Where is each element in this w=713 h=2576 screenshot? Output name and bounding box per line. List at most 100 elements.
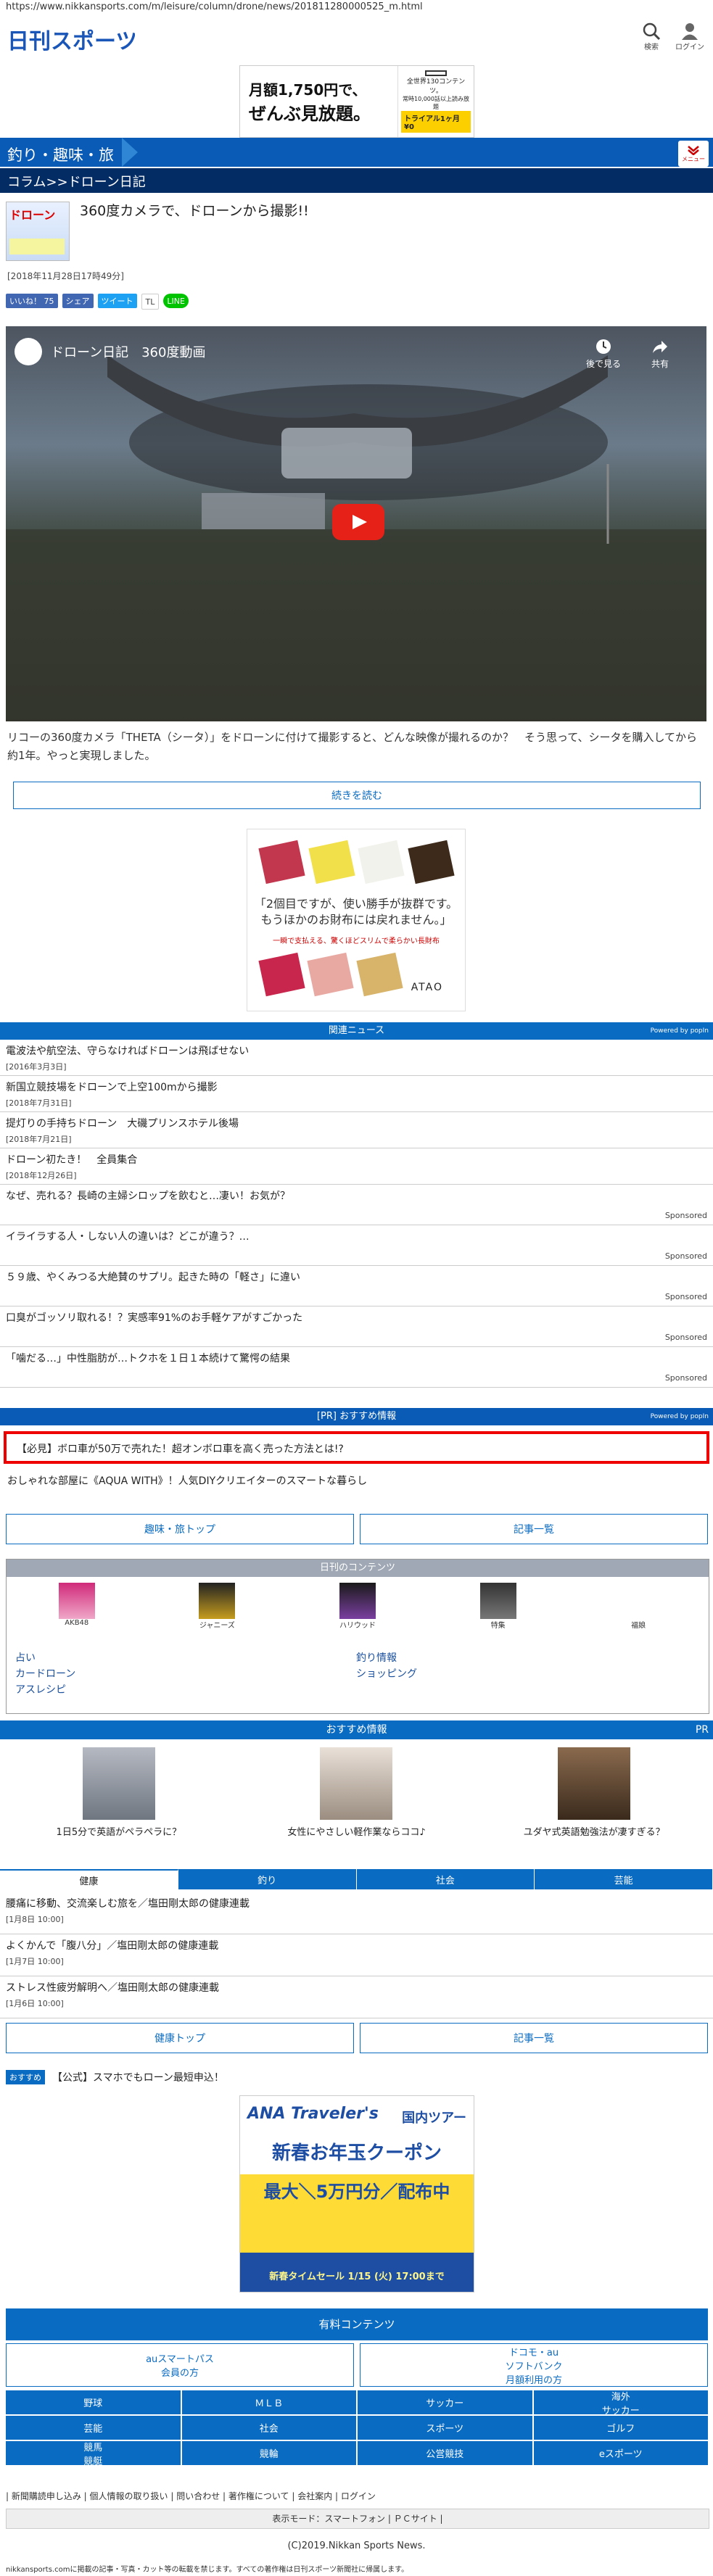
au-smartpass-button[interactable]: auスマートパス 会員の方 [6,2343,354,2387]
ana-ad[interactable]: ANA Traveler's 国内ツアー 新春お年玉クーポン 最大＼5万円分／配… [239,2095,474,2293]
tweet-button[interactable]: ツイート [97,294,137,308]
content-akb[interactable]: AKB48 [26,1583,128,1630]
sponsored-item[interactable]: ５９歳、やくみつる大絶賛のサプリ。起きた時の「軽さ」に違い Sponsored [0,1266,713,1306]
footer-links[interactable]: | 新聞購読申し込み | 個人情報の取り扱い | 問い合わせ | 著作権について… [6,2490,708,2502]
carrier-button[interactable]: ドコモ・au ソフトバンク 月額利用の方 [360,2343,708,2387]
nikkan-contents: 日刊のコンテンツ AKB48 ジャニーズ ハリウッド 特集 福娘 占い カードロ… [6,1559,709,1714]
hobby-top-button[interactable]: 趣味・旅トップ [6,1514,354,1544]
recommend-title: おすすめ情報 [326,1724,387,1736]
pr-item[interactable]: おしゃれな部屋に《AQUA WITH》！人気DIYクリエイターのスマートな暮らし [7,1473,367,1488]
timeline-button[interactable]: TL [141,294,160,310]
video-share-button[interactable]: 共有 [651,338,669,370]
recommend-item[interactable]: 女性にやさしい軽作業ならココ♪ [262,1747,450,1838]
grid-mlb[interactable]: ＭＬＢ [181,2390,356,2414]
watch-later-button[interactable]: 後で見る [586,338,621,370]
sponsored-item[interactable]: 「噛だる…」中性脂肪が…トクホを１日１本続けて驚愕の結果 Sponsored [0,1347,713,1388]
grid-esports[interactable]: eスポーツ [533,2441,708,2465]
copyright-notice: nikkansports.comに掲載の記事・写真・カット等の転載を禁じます。す… [6,2566,409,2574]
wallet-ad[interactable]: 「2個目ですが、使い勝手が抜群です。 もうほかのお財布には戻れません。」 一瞬で支… [247,829,466,1011]
tab-society[interactable]: 社会 [356,1869,535,1889]
content-feature[interactable]: 特集 [448,1583,549,1630]
share-icon [653,341,667,353]
grid-public-racing[interactable]: 公営競技 [358,2441,532,2465]
ad-line1: 月額1,750円で、 [249,81,367,99]
list-item[interactable]: ストレス性疲労解明へ／塩田剛太郎の健康連載 [1月6日 10:00] [0,1976,713,2018]
content-hollywood[interactable]: ハリウッド [307,1583,408,1630]
video-title[interactable]: ドローン日記 360度動画 [51,342,205,361]
grid-sports[interactable]: スポーツ [358,2416,532,2440]
link-fishing[interactable]: 釣り情報 [356,1650,417,1666]
list-item[interactable]: 電波法や航空法、守らなければドローンは飛ばせない [2016年3月3日] [0,1040,713,1076]
breadcrumb[interactable]: コラム>>ドローン日記 [0,168,713,193]
video-share-label: 共有 [651,359,669,369]
line-button[interactable]: LINE [163,294,189,308]
search-button[interactable]: 検索 [642,22,661,51]
display-mode[interactable]: 表示モード：スマートフォン | ＰＣサイト | [6,2509,709,2529]
ad-sub2: 常時10,000話以上読み放題 [403,96,469,110]
content-fukumusume[interactable]: 福娘 [588,1583,689,1630]
ad-line2: ぜんぶ見放題。 [249,104,371,124]
login-label: ログイン [675,44,704,51]
link-recipe[interactable]: アスレシピ [15,1682,75,1698]
ad-brand: ATAO [411,982,443,993]
ad-logo-icon [425,70,447,76]
top-ad-banner[interactable]: 月額1,750円で、 ぜんぶ見放題。 全世界130コンテンツ。 常時10,000… [239,65,474,138]
recommend-item[interactable]: 1日5分で英語がペラペラに？ [25,1747,213,1838]
list-item[interactable]: ドローン初たき！ 全員集合 [2018年12月26日] [0,1148,713,1185]
video-player[interactable]: ドローン日記 360度動画 後で見る 共有 [6,326,706,721]
list-item[interactable]: よくかんで「腹八分」／塩田剛太郎の健康連載 [1月7日 10:00] [0,1934,713,1976]
ad-ana-type: 国内ツアー [402,2111,466,2126]
link-card-loan[interactable]: カードローン [15,1666,75,1682]
play-icon[interactable] [332,504,384,540]
category-bar: 釣り・趣味・旅 メニュー [0,138,713,167]
read-more-button[interactable]: 続きを読む [13,782,701,809]
login-button[interactable]: ログイン [675,22,704,51]
clock-icon [596,339,611,354]
sports-grid: 野球 ＭＬＢ サッカー 海外 サッカー 芸能 社会 スポーツ ゴルフ 競馬 競艇… [6,2390,708,2467]
grid-soccer[interactable]: サッカー [358,2390,532,2414]
tab-health[interactable]: 健康 [0,1869,178,1889]
list-item[interactable]: 新国立競技場をドローンで上空100mから撮影 [2018年7月31日] [0,1076,713,1112]
recommend-header: おすすめ情報 PR [0,1720,713,1739]
grid-golf[interactable]: ゴルフ [533,2416,708,2440]
category-label: 釣り・趣味・旅 [7,146,114,164]
grid-entertainment[interactable]: 芸能 [6,2416,181,2440]
tab-entertainment[interactable]: 芸能 [535,1869,713,1889]
ad-cta: トライアル1ヶ月 ¥0 [401,111,471,133]
sponsored-item[interactable]: 口臭がゴッソリ取れる！？実感率91%のお手軽ケアがすごかった Sponsored [0,1306,713,1347]
grid-society[interactable]: 社会 [181,2416,356,2440]
like-button[interactable]: いいね！ 75 [6,294,58,308]
column-thumbnail: ドローン [6,202,70,261]
channel-avatar[interactable] [15,338,42,365]
site-logo[interactable]: 日刊スポーツ [7,25,137,55]
share-button[interactable]: シェア [62,294,94,308]
osusume-link[interactable]: おすすめ 【公式】スマホでもローン最短申込！ [6,2070,224,2084]
ad-ana-sale: 新春タイムセール 1/15 (火) 17:00まで [269,2271,445,2282]
grid-overseas-soccer[interactable]: 海外 サッカー [533,2390,708,2416]
breadcrumb-text: コラム>>ドローン日記 [7,175,146,190]
ad-ana-line1: 新春お年玉クーポン [271,2142,442,2164]
link-shopping[interactable]: ショッピング [356,1666,417,1682]
article-lead: リコーの360度カメラ「THETA（シータ）」をドローンに付けて撮影すると、どん… [7,731,698,762]
grid-keiba[interactable]: 競馬 競艇 [6,2441,181,2467]
article-list-button[interactable]: 記事一覧 [360,1514,708,1544]
category-arrow-icon [122,138,138,167]
list-item[interactable]: 提灯りの手持ちドローン 大磯プリンスホテル後場 [2018年7月21日] [0,1112,713,1148]
health-list-button[interactable]: 記事一覧 [360,2023,708,2053]
pr-item-highlight[interactable]: 【必見】ボロ車が50万で売れた！超オンボロ車を高く売った方法とは!? [4,1431,709,1464]
grid-keirin[interactable]: 競輪 [181,2441,356,2465]
grid-baseball[interactable]: 野球 [6,2390,181,2414]
tab-fishing[interactable]: 釣り [178,1869,357,1889]
article-title: 360度カメラで、ドローンから撮影!! [80,203,309,219]
health-top-button[interactable]: 健康トップ [6,2023,354,2053]
ad-sub1: 全世界130コンテンツ。 [406,78,466,95]
sponsored-item[interactable]: イライラする人・しない人の違いは？どこが違う？… Sponsored [0,1225,713,1266]
menu-button[interactable]: メニュー [678,141,709,167]
paid-contents-header: 有料コンテンツ [6,2308,708,2340]
link-fortune[interactable]: 占い [15,1650,75,1666]
list-item[interactable]: 腰痛に移動、交流楽しむ旅を／塩田剛太郎の健康連載 [1月8日 10:00] [0,1892,713,1934]
sponsored-item[interactable]: なぜ、売れる？長崎の主婦シロップを飲むと…凄い！お気が？ Sponsored [0,1185,713,1225]
content-johnnys[interactable]: ジャニーズ [166,1583,268,1630]
recommend-item[interactable]: ユダヤ式英語勉強法が凄すぎる？ [500,1747,688,1838]
chevron-down-icon [688,145,699,155]
